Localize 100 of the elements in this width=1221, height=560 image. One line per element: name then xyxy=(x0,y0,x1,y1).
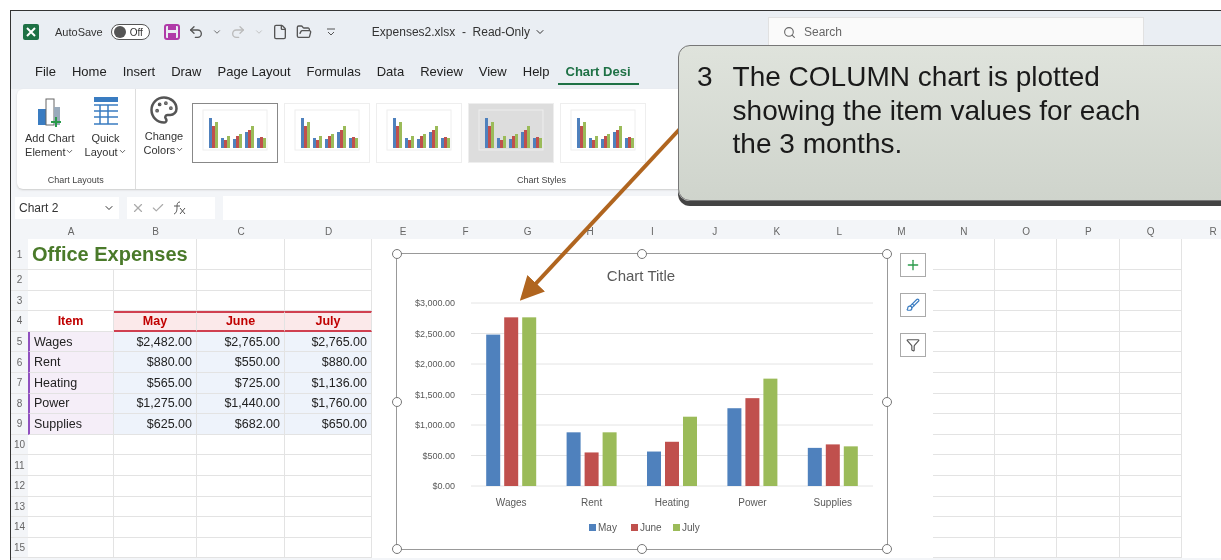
table-cell: $1,440.00 xyxy=(197,393,285,415)
ribbon-button[interactable]: Add Chart Element xyxy=(23,93,77,175)
chevron-down-icon[interactable] xyxy=(211,27,222,37)
resize-handle[interactable] xyxy=(637,249,647,259)
resize-handle[interactable] xyxy=(882,249,892,259)
resize-handle[interactable] xyxy=(392,249,402,259)
row-header[interactable]: 6 xyxy=(11,352,28,373)
y-axis-label: $0.00 xyxy=(432,481,455,491)
callout-text: The COLUMN chart is plotted showing the item values for each the 3 months. xyxy=(732,60,1141,162)
ribbon-tab[interactable]: Formulas xyxy=(298,57,369,85)
row-header[interactable]: 5 xyxy=(11,331,28,353)
column-header[interactable]: L xyxy=(808,225,871,239)
y-axis-label: $2,000.00 xyxy=(414,359,455,369)
table-header-cell: June xyxy=(197,311,285,332)
table-header-cell: May xyxy=(114,311,197,332)
change-colors-button[interactable]: Change Colors xyxy=(141,93,187,175)
table-cell: Heating xyxy=(28,372,114,394)
table-cell: $682.00 xyxy=(197,414,285,435)
filter-icon xyxy=(906,338,920,352)
column-header[interactable]: Q xyxy=(1119,225,1182,239)
table-cell: $1,136.00 xyxy=(285,372,372,394)
autosave-toggle[interactable]: Off xyxy=(110,24,150,40)
cancel-icon[interactable] xyxy=(131,201,145,215)
column-header[interactable]: N xyxy=(932,225,995,239)
x-axis-label: Power xyxy=(738,497,767,508)
save-icon[interactable] xyxy=(163,24,180,40)
search-icon xyxy=(783,25,796,39)
chart-filters-button[interactable] xyxy=(900,333,926,357)
row-header[interactable]: 12 xyxy=(11,475,28,497)
name-box[interactable]: Chart 2 xyxy=(15,197,119,219)
customize-toolbar-icon[interactable] xyxy=(325,27,336,37)
chart-styles-button[interactable] xyxy=(900,293,926,317)
ribbon-tab[interactable]: Home xyxy=(63,57,115,85)
undo-icon[interactable] xyxy=(187,24,204,40)
file-name[interactable]: Expenses2.xlsx - Read-Only xyxy=(365,24,552,40)
resize-handle[interactable] xyxy=(882,544,892,554)
bar xyxy=(566,432,581,486)
ribbon-tab[interactable]: Review xyxy=(412,57,471,85)
chart-title: Chart Title xyxy=(606,267,676,284)
resize-handle[interactable] xyxy=(882,396,892,407)
ribbon-tab[interactable]: Insert xyxy=(114,57,164,85)
column-header[interactable]: C xyxy=(197,225,285,239)
row-header[interactable]: 14 xyxy=(11,517,28,538)
table-cell: Power xyxy=(28,393,114,415)
chevron-down-icon[interactable] xyxy=(253,27,264,37)
autosave-label: AutoSave xyxy=(55,26,103,38)
resize-handle[interactable] xyxy=(392,396,402,407)
table-header-cell: Item xyxy=(28,311,114,332)
column-header[interactable]: B xyxy=(114,225,197,239)
column-header[interactable]: I xyxy=(621,225,684,239)
legend-label: May xyxy=(598,522,617,533)
ribbon-tab[interactable]: Draw xyxy=(163,57,210,85)
column-header[interactable]: J xyxy=(683,225,746,239)
row-header[interactable]: 13 xyxy=(11,496,28,518)
resize-handle[interactable] xyxy=(392,544,402,554)
row-header[interactable]: 11 xyxy=(11,455,28,476)
legend-label: July xyxy=(682,522,700,533)
x-axis-label: Wages xyxy=(495,497,527,508)
new-file-icon[interactable] xyxy=(271,24,288,40)
redo-icon[interactable] xyxy=(229,24,246,40)
table-cell: $625.00 xyxy=(114,414,197,435)
row-header[interactable]: 3 xyxy=(11,290,28,312)
row-header[interactable]: 8 xyxy=(11,393,28,415)
column-header[interactable]: R xyxy=(1181,225,1221,239)
table-cell: $1,760.00 xyxy=(285,393,372,415)
ribbon-tab[interactable]: Page Layout xyxy=(209,57,299,85)
column-header[interactable]: D xyxy=(285,225,372,239)
column-header[interactable]: G xyxy=(496,225,559,239)
ribbon-tab[interactable]: Chart Desi xyxy=(557,57,639,85)
column-header[interactable]: K xyxy=(745,225,809,239)
row-header[interactable]: 10 xyxy=(11,434,28,456)
folder-icon[interactable] xyxy=(295,24,312,40)
row-header[interactable]: 15 xyxy=(11,537,28,559)
chart-elements-button[interactable] xyxy=(900,253,926,277)
row-header[interactable]: 2 xyxy=(11,270,28,291)
search-field[interactable]: Search xyxy=(768,17,1144,47)
table-cell: $565.00 xyxy=(114,372,197,394)
ribbon-button[interactable]: Quick Layout xyxy=(82,93,129,175)
enter-icon[interactable] xyxy=(151,201,165,215)
row-header[interactable]: 4 xyxy=(11,311,28,332)
column-header[interactable]: O xyxy=(994,225,1058,239)
column-header[interactable]: A xyxy=(28,225,114,239)
bar xyxy=(602,432,617,486)
column-header[interactable]: F xyxy=(434,225,497,239)
row-header[interactable]: 7 xyxy=(11,372,28,394)
column-header[interactable]: E xyxy=(372,225,435,239)
y-axis-label: $2,500.00 xyxy=(414,328,455,339)
ribbon-tab[interactable]: Data xyxy=(368,57,413,85)
table-cell: Rent xyxy=(28,352,114,373)
brush-icon xyxy=(906,298,920,312)
row-header[interactable]: 9 xyxy=(11,414,28,435)
column-header[interactable]: P xyxy=(1057,225,1120,239)
column-header[interactable]: M xyxy=(870,225,933,239)
legend-label: June xyxy=(640,522,662,533)
resize-handle[interactable] xyxy=(637,544,647,554)
ribbon-tab[interactable]: View xyxy=(470,57,515,85)
ribbon-tab[interactable]: File xyxy=(27,57,64,85)
ribbon-tab[interactable]: Help xyxy=(514,57,558,85)
row-header[interactable]: 1 xyxy=(11,239,28,270)
insert-function-icon[interactable] xyxy=(171,201,187,215)
